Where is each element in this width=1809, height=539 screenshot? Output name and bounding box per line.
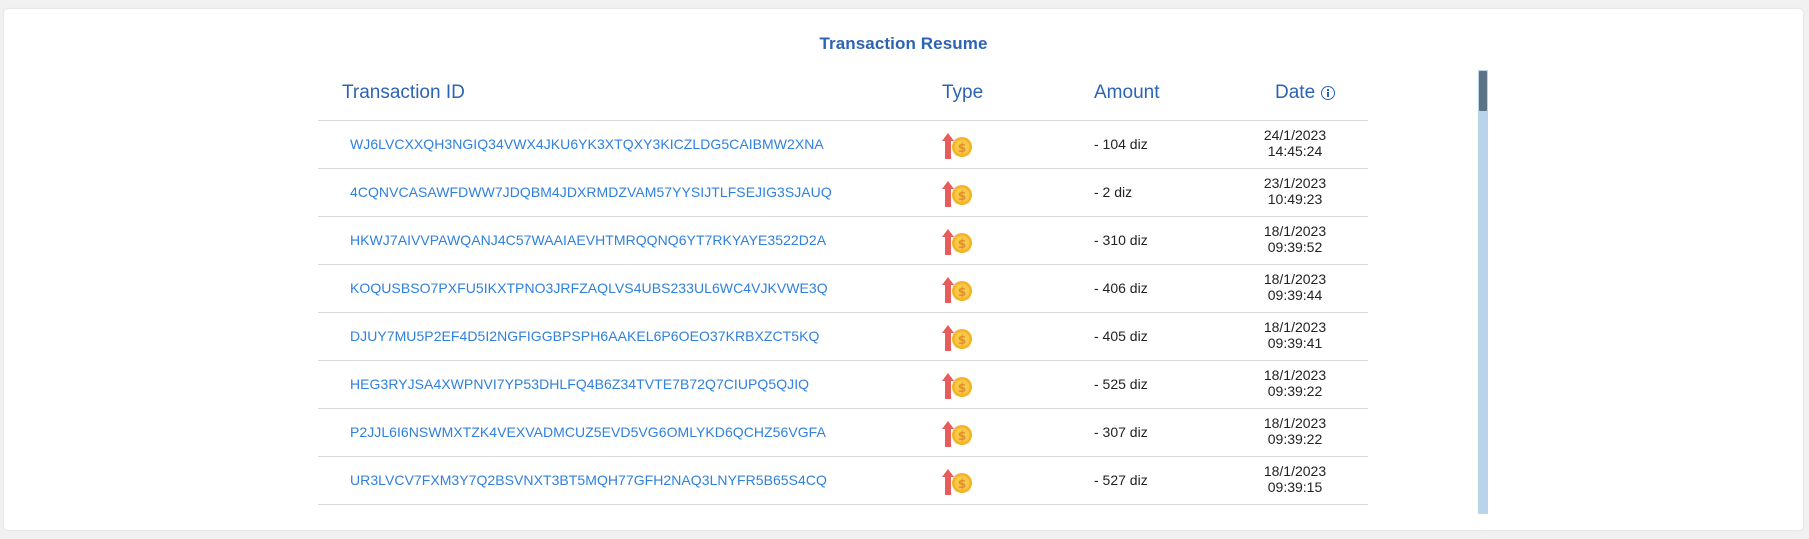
transaction-datetime: 18/1/2023 09:39:22 [1250, 367, 1340, 399]
withdraw-coin-icon: $ [942, 228, 974, 256]
svg-text:$: $ [958, 285, 966, 299]
scrollbar-thumb[interactable] [1479, 71, 1487, 111]
withdraw-coin-icon: $ [942, 468, 974, 496]
transaction-time: 09:39:44 [1267, 287, 1323, 303]
transaction-amount: - 307 diz [1094, 424, 1148, 440]
svg-text:$: $ [958, 333, 966, 347]
page-title: Transaction Resume [819, 34, 988, 53]
transaction-time: 09:39:22 [1267, 383, 1323, 399]
svg-text:$: $ [958, 477, 966, 491]
transaction-time: 09:39:52 [1267, 239, 1323, 255]
table-row: P2JJL6I6NSWMXTZK4VEXVADMCUZ5EVD5VG6OMLYK… [318, 409, 1368, 457]
withdraw-coin-icon: $ [942, 324, 974, 352]
withdraw-coin-icon: $ [942, 372, 974, 400]
transaction-date: 18/1/2023 [1263, 223, 1327, 239]
transaction-id-link[interactable]: DJUY7MU5P2EF4D5I2NGFIGGBPSPH6AAKEL6P6OEO… [350, 328, 819, 344]
transaction-time: 09:39:15 [1267, 479, 1323, 495]
column-header-date-label: Date [1275, 82, 1316, 103]
transaction-amount: - 310 diz [1094, 232, 1148, 248]
transaction-date: 18/1/2023 [1263, 271, 1327, 287]
svg-text:$: $ [958, 381, 966, 395]
transaction-amount: - 406 diz [1094, 280, 1148, 296]
transaction-id-link[interactable]: UR3LVCV7FXM3Y7Q2BSVNXT3BT5MQH77GFH2NAQ3L… [350, 472, 827, 488]
svg-text:$: $ [958, 429, 966, 443]
transaction-datetime: 18/1/2023 09:39:22 [1250, 415, 1340, 447]
table-row: DJUY7MU5P2EF4D5I2NGFIGGBPSPH6AAKEL6P6OEO… [318, 313, 1368, 361]
transaction-time: 09:39:41 [1267, 335, 1323, 351]
transactions-table: Transaction ID Type Amount Date WJ6LVCXX… [318, 70, 1368, 514]
transaction-id-link[interactable]: HEG3RYJSA4XWPNVI7YP53DHLFQ4B6Z34TVTE7B72… [350, 376, 809, 392]
withdraw-coin-icon-svg: $ [942, 325, 972, 351]
transaction-datetime: 23/1/2023 10:49:23 [1250, 175, 1340, 207]
withdraw-coin-icon-svg: $ [942, 181, 972, 207]
transaction-date: 18/1/2023 [1263, 319, 1327, 335]
column-header-amount: Amount [1094, 82, 1160, 103]
withdraw-coin-icon-svg: $ [942, 421, 972, 447]
table-header: Transaction ID Type Amount Date [318, 70, 1368, 121]
transaction-time: 10:49:23 [1267, 191, 1323, 207]
transaction-datetime: 18/1/2023 09:39:15 [1250, 463, 1340, 495]
transaction-id-link[interactable]: WJ6LVCXXQH3NGIQ34VWX4JKU6YK3XTQXY3KICZLD… [350, 136, 824, 152]
transaction-amount: - 525 diz [1094, 376, 1148, 392]
withdraw-coin-icon-svg: $ [942, 469, 972, 495]
transaction-amount: - 104 diz [1094, 136, 1148, 152]
table-body: WJ6LVCXXQH3NGIQ34VWX4JKU6YK3XTQXY3KICZLD… [318, 121, 1368, 505]
transaction-date: 18/1/2023 [1263, 415, 1327, 431]
scrollbar[interactable] [1478, 70, 1488, 514]
transaction-id-link[interactable]: P2JJL6I6NSWMXTZK4VEXVADMCUZ5EVD5VG6OMLYK… [350, 424, 826, 440]
transaction-id-link[interactable]: KOQUSBSO7PXFU5IKXTPNO3JRFZAQLVS4UBS233UL… [350, 280, 828, 296]
withdraw-coin-icon: $ [942, 132, 974, 160]
transaction-amount: - 405 diz [1094, 328, 1148, 344]
svg-text:$: $ [958, 237, 966, 251]
transaction-date: 18/1/2023 [1263, 463, 1327, 479]
transaction-datetime: 18/1/2023 09:39:52 [1250, 223, 1340, 255]
transaction-date: 23/1/2023 [1263, 175, 1327, 191]
transaction-datetime: 18/1/2023 09:39:44 [1250, 271, 1340, 303]
table-row: HKWJ7AIVVPAWQANJ4C57WAAIAEVHTMRQQNQ6YT7R… [318, 217, 1368, 265]
transaction-amount: - 2 diz [1094, 184, 1133, 200]
withdraw-coin-icon: $ [942, 420, 974, 448]
svg-text:$: $ [958, 141, 966, 155]
column-header-transaction-id: Transaction ID [342, 82, 465, 103]
transaction-time: 09:39:22 [1267, 431, 1323, 447]
column-header-date: Date [1275, 82, 1336, 104]
transaction-datetime: 24/1/2023 14:45:24 [1250, 127, 1340, 159]
table-row: HEG3RYJSA4XWPNVI7YP53DHLFQ4B6Z34TVTE7B72… [318, 361, 1368, 409]
transaction-date: 24/1/2023 [1263, 127, 1327, 143]
transaction-id-link[interactable]: 4CQNVCASAWFDWW7JDQBM4JDXRMDZVAM57YYSIJTL… [350, 184, 832, 200]
withdraw-coin-icon-svg: $ [942, 373, 972, 399]
table-row: WJ6LVCXXQH3NGIQ34VWX4JKU6YK3XTQXY3KICZLD… [318, 121, 1368, 169]
table-row: 4CQNVCASAWFDWW7JDQBM4JDXRMDZVAM57YYSIJTL… [318, 169, 1368, 217]
info-icon[interactable] [1321, 86, 1336, 100]
table-row: UR3LVCV7FXM3Y7Q2BSVNXT3BT5MQH77GFH2NAQ3L… [318, 457, 1368, 505]
svg-text:$: $ [958, 189, 966, 203]
withdraw-coin-icon-svg: $ [942, 277, 972, 303]
transaction-datetime: 18/1/2023 09:39:41 [1250, 319, 1340, 351]
transaction-id-link[interactable]: HKWJ7AIVVPAWQANJ4C57WAAIAEVHTMRQQNQ6YT7R… [350, 232, 826, 248]
withdraw-coin-icon-svg: $ [942, 229, 972, 255]
table-row: KOQUSBSO7PXFU5IKXTPNO3JRFZAQLVS4UBS233UL… [318, 265, 1368, 313]
transaction-time: 14:45:24 [1267, 143, 1323, 159]
transaction-amount: - 527 diz [1094, 472, 1148, 488]
withdraw-coin-icon: $ [942, 276, 974, 304]
transaction-date: 18/1/2023 [1263, 367, 1327, 383]
withdraw-coin-icon-svg: $ [942, 133, 972, 159]
column-header-type: Type [942, 82, 984, 103]
withdraw-coin-icon: $ [942, 180, 974, 208]
